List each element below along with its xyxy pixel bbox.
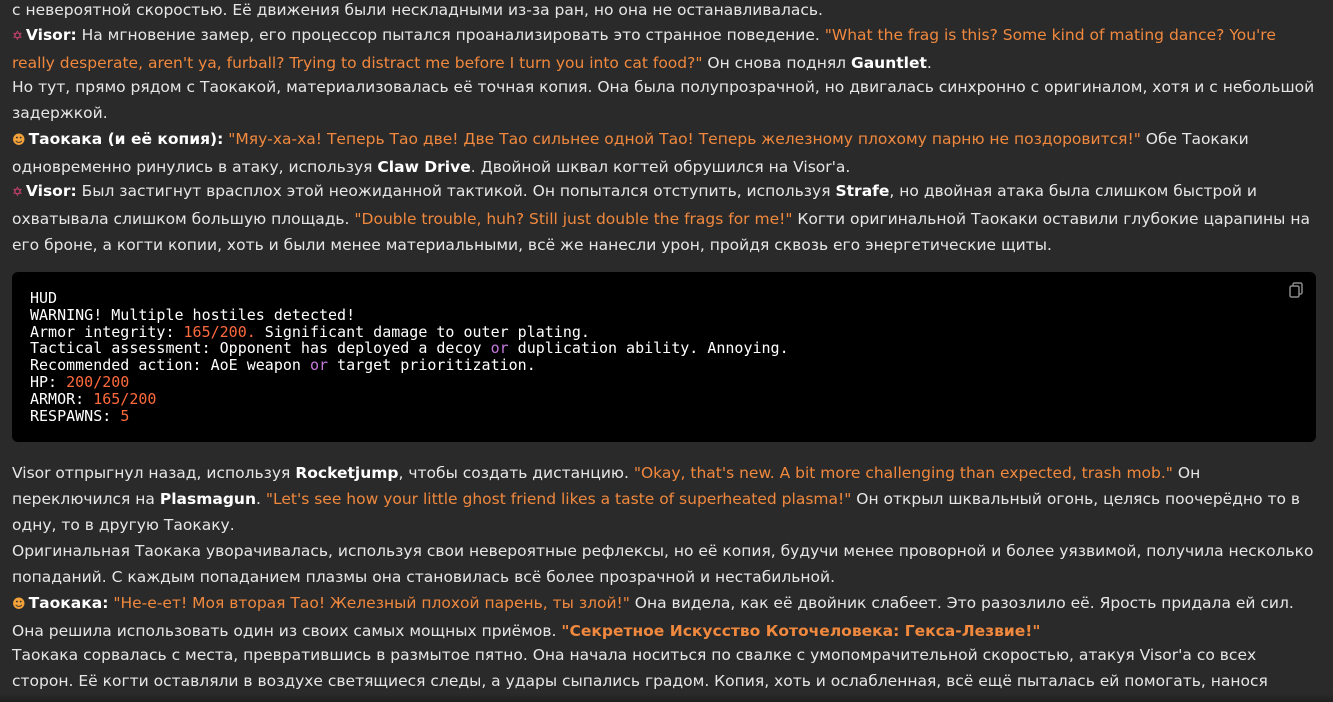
paragraph-text: Visor отпрыгнул назад, используя (12, 464, 296, 482)
paragraph-text: Таокака сорвалась с места, превратившись… (12, 646, 1268, 690)
code-token: WARNING (30, 305, 94, 324)
paragraph-text: Он снова поднял (702, 54, 851, 72)
cat-face-icon: ☻ (12, 133, 26, 148)
story-paragraph: ✡ Visor: Был застигнут врасплох этой неож… (12, 178, 1319, 258)
quote-text: "Let's see how your little ghost friend … (265, 490, 852, 508)
paragraph-text: Был застигнут врасплох этой неожиданной … (76, 182, 836, 200)
code-number: 165/200 (93, 389, 157, 408)
code-content: HUD WARNING! Multiple hostiles detected!… (30, 290, 789, 424)
quote-text: "Мяу-ха-ха! Теперь Тао две! Две Тао силь… (228, 130, 1141, 148)
paragraph-text: , чтобы создать дистанцию. (398, 464, 634, 482)
quote-text: "Не-е-ет! Моя вторая Тао! Железный плохо… (113, 594, 630, 612)
story-paragraph: Но тут, прямо рядом с Таокакой, материал… (12, 74, 1319, 126)
code-number: 200/200 (66, 372, 130, 391)
code-token: RESPAWNS: (30, 406, 121, 425)
move-name: Claw Drive (377, 158, 471, 176)
code-keyword: or (309, 356, 329, 375)
speaker-name: Таокака (и её копия): (28, 130, 224, 148)
story-paragraph: ☻ Таокака (и её копия): "Мяу-ха-ха! Тепер… (12, 126, 1319, 180)
code-token: Recommended action: AoE weapon (30, 356, 310, 375)
scroll-fade (0, 694, 1333, 702)
code-token: duplication ability. Annoying. (508, 339, 789, 358)
paragraph-text: Но тут, прямо рядом с Таокакой, материал… (12, 78, 1315, 122)
code-token: Armor integrity: (30, 322, 184, 341)
story-paragraph: ✡ Visor: На мгновение замер, его процессо… (12, 22, 1319, 76)
weapon-name: Plasmagun (159, 490, 256, 508)
speaker-name: Visor: (25, 26, 77, 44)
quote-text: "Double trouble, huh? Still just double … (354, 210, 793, 228)
anger-symbol-icon: ✡ (12, 185, 23, 200)
code-number: 165/200. (183, 322, 256, 341)
paragraph-text: . (926, 54, 932, 72)
code-token: Tactical assessment: Opponent has deploy… (30, 339, 491, 358)
paragraph-text: . Двойной шквал когтей обрушился на Viso… (470, 158, 851, 176)
story-paragraph: Visor отпрыгнул назад, используя Rocketj… (12, 460, 1319, 538)
code-token: HP: (30, 372, 67, 391)
weapon-name: Gauntlet (851, 54, 927, 72)
code-keyword: or (490, 339, 509, 358)
code-token: ARMOR: (30, 389, 94, 408)
speaker-name: Таокака: (28, 594, 109, 612)
quote-text: "Секретное Искусство Коточеловека: Гекса… (561, 622, 1041, 640)
copy-icon[interactable] (1288, 282, 1304, 298)
code-line: HUD (30, 289, 58, 307)
paragraph-text: На мгновение замер, его процессор пыталс… (76, 26, 825, 44)
code-block: HUD WARNING! Multiple hostiles detected!… (12, 272, 1316, 442)
move-name: Rocketjump (295, 464, 399, 482)
chat-message-body: с невероятной скоростью. Её движения был… (0, 0, 1333, 702)
paragraph-text: . (255, 490, 266, 508)
code-token: target prioritization. (328, 356, 536, 375)
code-number: 5 (120, 406, 130, 425)
story-paragraph: ☻ Таокака: "Не-е-ет! Моя вторая Тао! Желе… (12, 590, 1319, 644)
cat-face-icon: ☻ (12, 597, 26, 612)
story-paragraph: с невероятной скоростью. Её движения был… (12, 0, 1319, 23)
anger-symbol-icon: ✡ (12, 29, 23, 44)
code-token: ! Multiple hostiles detected! (93, 305, 356, 324)
story-paragraph: Таокака сорвалась с места, превратившись… (12, 642, 1319, 694)
paragraph-text: с невероятной скоростью. Её движения был… (12, 1, 823, 19)
story-paragraph: Оригинальная Таокака уворачивалась, испо… (12, 538, 1319, 590)
quote-text: "Okay, that's new. A bit more challengin… (633, 464, 1173, 482)
move-name: Strafe (835, 182, 890, 200)
paragraph-text: Оригинальная Таокака уворачивалась, испо… (12, 542, 1314, 586)
speaker-name: Visor: (25, 182, 77, 200)
code-token: Significant damage to outer plating. (255, 322, 590, 341)
